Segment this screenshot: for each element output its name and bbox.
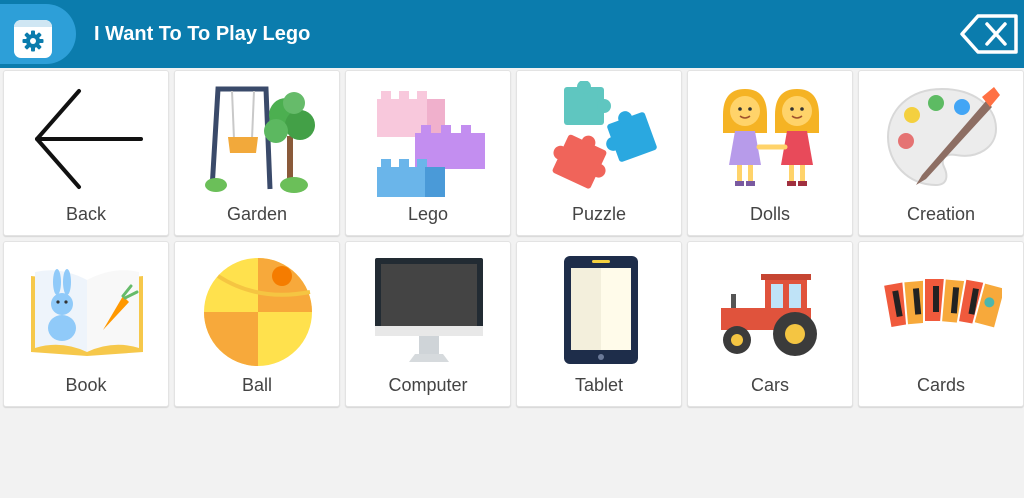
tile-label: Ball <box>241 375 272 395</box>
tile-label: Computer <box>388 375 468 395</box>
tile-lego[interactable]: Lego <box>345 70 511 236</box>
gear-icon <box>22 30 44 52</box>
settings-button-strip <box>14 20 52 27</box>
tile-label: Book <box>65 375 107 395</box>
tile-label: Back <box>65 204 107 224</box>
sentence-title: I Want To To Play Lego <box>94 23 311 45</box>
tile-label: Cars <box>750 375 789 395</box>
backspace-x-icon[interactable] <box>958 12 1020 56</box>
tile-label: Cards <box>916 375 965 395</box>
tablet-icon <box>564 256 638 364</box>
paint-palette-icon <box>886 87 1000 187</box>
tile-tablet[interactable]: Tablet <box>516 241 682 407</box>
playing-cards-icon <box>882 277 1002 330</box>
lego-bricks-icon <box>377 91 485 197</box>
tile-garden[interactable]: Garden <box>174 70 340 236</box>
tile-label: Lego <box>407 204 449 224</box>
beach-ball-icon <box>204 258 312 366</box>
tile-label: Garden <box>226 204 288 224</box>
settings-button[interactable] <box>14 20 52 58</box>
tile-cards[interactable]: Cards <box>858 241 1024 407</box>
monitor-icon <box>375 258 483 362</box>
tile-creation[interactable]: Creation <box>858 70 1024 236</box>
swing-tree-icon <box>205 86 315 193</box>
back-arrow-icon <box>35 89 143 189</box>
tile-computer[interactable]: Computer <box>345 241 511 407</box>
settings-tab <box>0 4 76 64</box>
two-dolls-icon <box>723 89 819 186</box>
tile-label: Dolls <box>749 204 790 224</box>
tile-ball[interactable]: Ball <box>174 241 340 407</box>
tile-label: Puzzle <box>571 204 627 224</box>
tile-cars[interactable]: Cars <box>687 241 853 407</box>
open-book-icon <box>31 269 143 356</box>
tile-label: Tablet <box>574 375 624 395</box>
tile-label: Creation <box>906 204 976 224</box>
tile-dolls[interactable]: Dolls <box>687 70 853 236</box>
tile-book[interactable]: Book <box>3 241 169 407</box>
top-bar: I Want To To Play Lego <box>0 0 1024 68</box>
puzzle-pieces-icon <box>552 81 657 189</box>
tile-puzzle[interactable]: Puzzle <box>516 70 682 236</box>
empty-area <box>0 410 1024 498</box>
tile-back[interactable]: Back <box>3 70 169 236</box>
tractor-icon <box>721 274 817 356</box>
